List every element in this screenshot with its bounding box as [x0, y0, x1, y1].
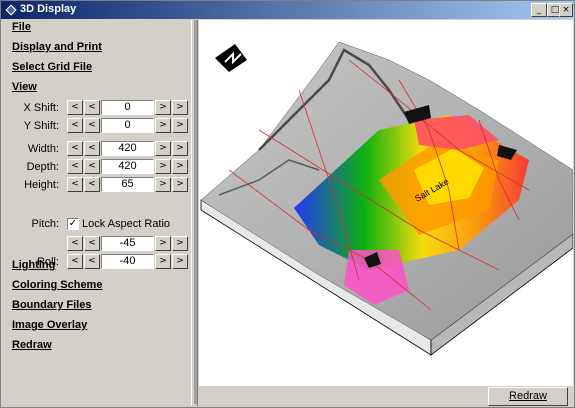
- menu-lighting[interactable]: Lighting: [12, 259, 55, 271]
- pitch-last-button[interactable]: >: [172, 236, 188, 251]
- width-spinner: < < 420 > >: [67, 141, 188, 156]
- lock-aspect-label: Lock Aspect Ratio: [82, 218, 171, 230]
- y-shift-increase-button[interactable]: >: [155, 118, 171, 133]
- close-button[interactable]: ×: [559, 3, 573, 17]
- pitch-value[interactable]: -45: [101, 236, 154, 251]
- lock-aspect-checkbox[interactable]: ✓: [67, 218, 79, 230]
- control-panel: File Display and Print Select Grid File …: [3, 20, 191, 406]
- x-shift-last-button[interactable]: >: [172, 100, 188, 115]
- roll-first-button[interactable]: <: [67, 254, 83, 269]
- width-decrease-button[interactable]: <: [84, 141, 100, 156]
- width-label: Width:: [27, 143, 59, 155]
- depth-decrease-button[interactable]: <: [84, 159, 100, 174]
- height-value[interactable]: 65: [101, 177, 154, 192]
- menu-boundary-files[interactable]: Boundary Files: [12, 299, 91, 311]
- 3d-viewport[interactable]: Salt Lake: [199, 20, 573, 386]
- app-icon: [4, 3, 18, 17]
- width-last-button[interactable]: >: [172, 141, 188, 156]
- menu-image-overlay[interactable]: Image Overlay: [12, 319, 87, 331]
- y-shift-spinner: < < 0 > >: [67, 118, 188, 133]
- menu-coloring-scheme[interactable]: Coloring Scheme: [12, 279, 102, 291]
- roll-last-button[interactable]: >: [172, 254, 188, 269]
- y-shift-value[interactable]: 0: [101, 118, 154, 133]
- width-increase-button[interactable]: >: [155, 141, 171, 156]
- roll-increase-button[interactable]: >: [155, 254, 171, 269]
- splitter-grip: [194, 20, 197, 404]
- window-title: 3D Display: [20, 3, 77, 15]
- roll-spinner: < < -40 > >: [67, 254, 188, 269]
- bottom-bar: Redraw: [199, 386, 573, 406]
- terrain-render: Salt Lake: [200, 41, 573, 356]
- pitch-first-button[interactable]: <: [67, 236, 83, 251]
- pitch-label: Pitch:: [31, 218, 59, 230]
- height-spinner: < < 65 > >: [67, 177, 188, 192]
- roll-value[interactable]: -40: [101, 254, 154, 269]
- pitch-spinner: < < -45 > >: [67, 236, 188, 251]
- height-first-button[interactable]: <: [67, 177, 83, 192]
- x-shift-value[interactable]: 0: [101, 100, 154, 115]
- depth-first-button[interactable]: <: [67, 159, 83, 174]
- height-label: Height:: [24, 179, 59, 191]
- pitch-increase-button[interactable]: >: [155, 236, 171, 251]
- roll-decrease-button[interactable]: <: [84, 254, 100, 269]
- title-bar[interactable]: 3D Display _ □ ×: [1, 1, 574, 19]
- height-decrease-button[interactable]: <: [84, 177, 100, 192]
- width-value[interactable]: 420: [101, 141, 154, 156]
- x-shift-first-button[interactable]: <: [67, 100, 83, 115]
- north-arrow-icon: [215, 44, 247, 72]
- menu-display-print[interactable]: Display and Print: [12, 41, 102, 53]
- height-last-button[interactable]: >: [172, 177, 188, 192]
- depth-last-button[interactable]: >: [172, 159, 188, 174]
- x-shift-decrease-button[interactable]: <: [84, 100, 100, 115]
- menu-view[interactable]: View: [12, 81, 37, 93]
- x-shift-spinner: < < 0 > >: [67, 100, 188, 115]
- y-shift-last-button[interactable]: >: [172, 118, 188, 133]
- panel-splitter[interactable]: [191, 20, 198, 406]
- menu-select-grid[interactable]: Select Grid File: [12, 61, 92, 73]
- height-increase-button[interactable]: >: [155, 177, 171, 192]
- depth-value[interactable]: 420: [101, 159, 154, 174]
- depth-spinner: < < 420 > >: [67, 159, 188, 174]
- redraw-button-label: Redraw: [509, 390, 547, 402]
- width-first-button[interactable]: <: [67, 141, 83, 156]
- depth-increase-button[interactable]: >: [155, 159, 171, 174]
- minimize-button[interactable]: _: [531, 3, 547, 17]
- x-shift-label: X Shift:: [23, 102, 59, 114]
- menu-redraw[interactable]: Redraw: [12, 339, 52, 351]
- y-shift-first-button[interactable]: <: [67, 118, 83, 133]
- depth-label: Depth:: [26, 161, 59, 173]
- y-shift-label: Y Shift:: [23, 120, 59, 132]
- menu-file[interactable]: File: [12, 21, 31, 33]
- main-window: 3D Display _ □ × File Display and Print …: [0, 0, 575, 408]
- pitch-decrease-button[interactable]: <: [84, 236, 100, 251]
- redraw-button[interactable]: Redraw: [488, 387, 568, 406]
- y-shift-decrease-button[interactable]: <: [84, 118, 100, 133]
- x-shift-increase-button[interactable]: >: [155, 100, 171, 115]
